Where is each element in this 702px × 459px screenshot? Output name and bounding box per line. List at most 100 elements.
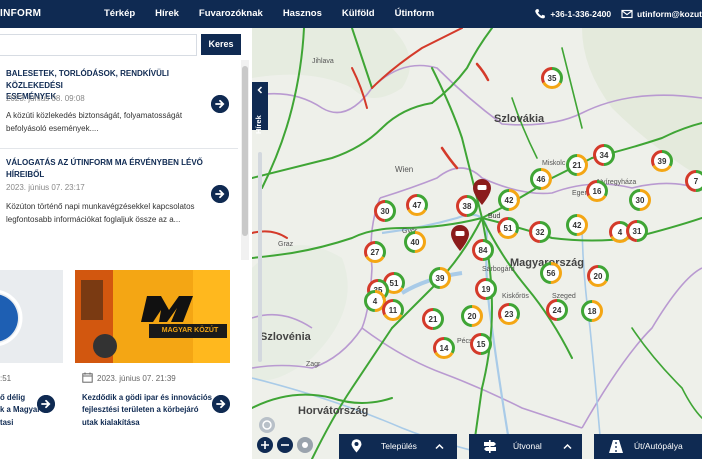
cluster-marker[interactable]: 21 — [566, 154, 588, 176]
cluster-marker[interactable]: 34 — [593, 144, 615, 166]
news-search: Keres — [0, 34, 252, 56]
nav-fuvarozoknak[interactable]: Fuvarozóknak — [199, 0, 263, 28]
cluster-count: 18 — [588, 307, 597, 316]
cluster-count: 19 — [482, 285, 491, 294]
search-button[interactable]: Keres — [201, 34, 241, 55]
cluster-count: 20 — [468, 312, 477, 321]
cluster-count: 46 — [537, 175, 546, 184]
cluster-marker[interactable]: 16 — [586, 180, 608, 202]
map-vertical-slider[interactable] — [254, 152, 266, 362]
cluster-count: 11 — [389, 306, 398, 315]
zoom-in-icon[interactable] — [256, 436, 274, 454]
cluster-count: 51 — [390, 279, 399, 288]
zoom-out-icon[interactable] — [276, 436, 294, 454]
cluster-marker[interactable]: 47 — [406, 194, 428, 216]
cluster-count: 47 — [413, 201, 422, 210]
hirek-side-tab[interactable]: Hírek — [252, 82, 268, 134]
cluster-count: 56 — [547, 269, 556, 278]
cluster-marker[interactable]: 27 — [364, 241, 386, 263]
card-title-line: fejlesztési területen a körbejáró — [82, 405, 199, 415]
cluster-marker[interactable]: 19 — [475, 278, 497, 300]
cluster-marker[interactable]: 11 — [382, 299, 404, 321]
excerpt-line: A közúti közlekedés biztonságát, folyama… — [6, 111, 183, 120]
cluster-count: 20 — [594, 272, 603, 281]
cluster-marker[interactable]: 30 — [629, 189, 651, 211]
cluster-marker[interactable]: 46 — [530, 168, 552, 190]
cluster-marker[interactable]: 14 — [433, 337, 455, 359]
cluster-marker[interactable]: 20 — [587, 265, 609, 287]
cluster-marker[interactable]: 7 — [685, 170, 702, 192]
compass-icon[interactable] — [296, 436, 314, 454]
news-card-image[interactable] — [0, 270, 63, 363]
tab-telepules[interactable]: Település — [339, 434, 457, 459]
site-logo[interactable]: INFORM — [0, 0, 41, 28]
cluster-marker[interactable]: 23 — [498, 303, 520, 325]
cluster-marker[interactable]: 40 — [404, 231, 426, 253]
card-title-line: Kezdődik a gödi ipar és innovációs — [82, 393, 212, 402]
cluster-marker[interactable]: 15 — [470, 333, 492, 355]
news-item-title[interactable]: VÁLOGATÁS AZ ÚTINFORM MA ÉRVÉNYBEN LÉVŐ … — [6, 157, 206, 180]
cluster-marker[interactable]: 56 — [540, 262, 562, 284]
card-date: 2023. június 07. 21:39 — [97, 374, 176, 383]
incident-marker-icon[interactable] — [471, 178, 493, 206]
cluster-marker[interactable]: 39 — [429, 267, 451, 289]
arrow-right-icon[interactable] — [211, 185, 229, 203]
cluster-count: 27 — [371, 248, 380, 257]
phone-number[interactable]: +36-1-336-2400 — [550, 9, 611, 19]
incident-marker-icon[interactable] — [449, 224, 471, 252]
tab-ut-autopalya[interactable]: Út/Autópálya — [594, 434, 702, 459]
cluster-marker[interactable]: 35 — [541, 67, 563, 89]
arrow-right-icon[interactable] — [37, 395, 55, 413]
news-item[interactable]: BALESETEK, TORLÓDÁSOK, RENDKÍVÜLI KÖZLEK… — [0, 64, 238, 144]
nav-utinform[interactable]: Útinform — [395, 0, 435, 28]
chevron-up-icon — [435, 443, 444, 450]
cluster-marker[interactable]: 21 — [422, 308, 444, 330]
locate-icon[interactable] — [258, 416, 276, 434]
cluster-marker[interactable]: 39 — [651, 150, 673, 172]
cluster-count: 31 — [633, 227, 642, 236]
tab-label: Útvonal — [513, 441, 542, 451]
cluster-marker[interactable]: 51 — [497, 217, 519, 239]
card-title[interactable]: Kezdődik a gödi ipar és innovációs fejle… — [82, 392, 212, 429]
incident-clusters: 35 34 21 39 7 46 16 30 30 47 38 42 51 32 42 4 31 40 27 84 39… — [252, 28, 702, 459]
location-pin-icon — [351, 439, 362, 453]
cluster-marker[interactable]: 42 — [566, 214, 588, 236]
arrow-right-icon[interactable] — [211, 95, 229, 113]
cluster-marker[interactable]: 18 — [581, 300, 603, 322]
news-scrollbar[interactable] — [241, 60, 249, 260]
cluster-marker[interactable]: 31 — [626, 220, 648, 242]
cluster-count: 7 — [694, 177, 699, 186]
nav-terkep[interactable]: Térkép — [104, 0, 135, 28]
chevron-left-icon — [257, 86, 263, 94]
tab-label: Település — [381, 441, 417, 451]
nav-kulfold[interactable]: Külföld — [342, 0, 375, 28]
cluster-marker[interactable]: 84 — [472, 239, 494, 261]
cluster-marker[interactable]: 20 — [461, 305, 483, 327]
arrow-right-icon[interactable] — [212, 395, 230, 413]
news-item-excerpt: Közúton történő napi munkavégzésekkel ka… — [6, 201, 206, 226]
email-address[interactable]: utinform@kozut — [637, 9, 702, 19]
news-item[interactable]: VÁLOGATÁS AZ ÚTINFORM MA ÉRVÉNYBEN LÉVŐ … — [0, 152, 238, 242]
search-input[interactable] — [0, 34, 197, 56]
title-line: HÍREIBŐL — [6, 169, 45, 179]
news-card-image[interactable]: MAGYAR KÖZÚT — [75, 270, 230, 363]
scrollbar-thumb[interactable] — [242, 66, 248, 236]
cluster-count: 14 — [440, 344, 449, 353]
cluster-marker[interactable]: 30 — [374, 200, 396, 222]
contact-info: +36-1-336-2400 utinform@kozut — [534, 0, 702, 28]
cluster-marker[interactable]: 24 — [546, 299, 568, 321]
cluster-marker[interactable]: 42 — [498, 189, 520, 211]
tab-utvonal[interactable]: Útvonal — [469, 434, 582, 459]
top-navigation-bar: INFORM Térkép Hírek Fuvarozóknak Hasznos… — [0, 0, 702, 28]
cluster-count: 21 — [573, 161, 582, 170]
nav-hirek[interactable]: Hírek — [155, 0, 179, 28]
excerpt-line: Közúton történő napi munkavégzésekkel ka… — [6, 202, 195, 211]
excerpt-line: befolyásoló események.... — [6, 123, 99, 133]
divider — [0, 148, 238, 149]
cluster-marker[interactable]: 32 — [529, 221, 551, 243]
machinery-photo — [75, 270, 230, 363]
cluster-count: 32 — [536, 228, 545, 237]
cluster-count: 30 — [381, 207, 390, 216]
nav-hasznos[interactable]: Hasznos — [283, 0, 322, 28]
traffic-map[interactable]: Jihlava Wien Szlovákia Magyarország Szlo… — [252, 28, 702, 459]
